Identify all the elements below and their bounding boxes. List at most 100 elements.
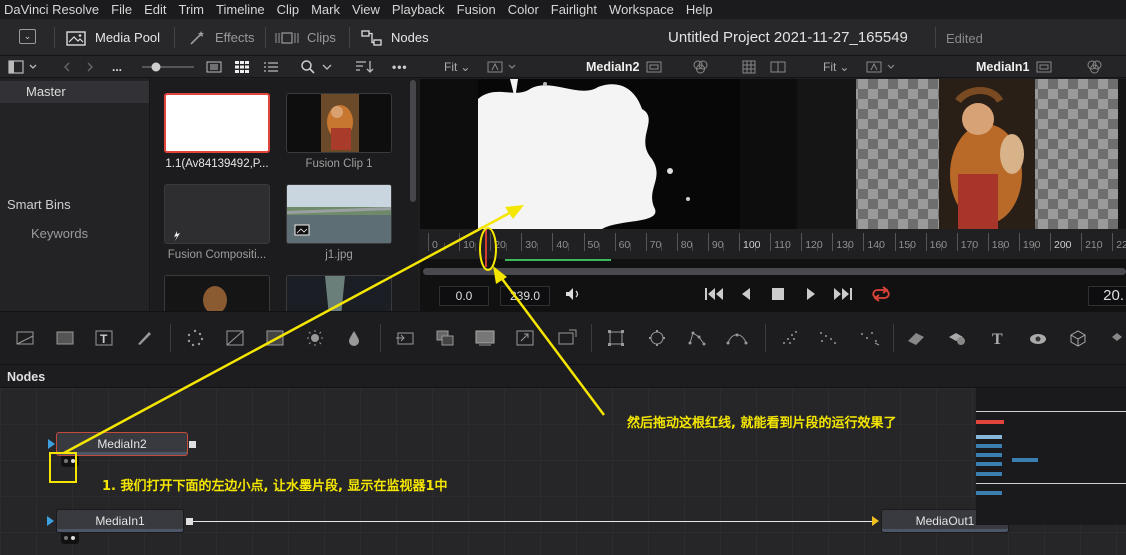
view-toggle-buttons[interactable] [61,456,79,467]
current-time-field[interactable]: 20. [1088,286,1126,306]
sort-icon[interactable] [354,56,374,78]
thumbnail-view-icon[interactable] [234,56,250,78]
menu-mark[interactable]: Mark [305,2,346,17]
node-input-port[interactable] [872,516,879,526]
node-input-port[interactable] [47,516,54,526]
sidebar-toggle-icon[interactable] [8,56,40,78]
smart-bins-heading[interactable]: Smart Bins [7,197,71,212]
step-back-icon[interactable] [740,285,752,305]
menu-playback[interactable]: Playback [386,2,451,17]
background-tool-icon[interactable] [14,327,36,349]
viewer2-canvas[interactable] [798,79,1126,229]
menu-trim[interactable]: Trim [173,2,211,17]
color-curves-tool-icon[interactable] [224,327,246,349]
viewer2-aspect-icon[interactable] [866,56,900,78]
menu-edit[interactable]: Edit [138,2,172,17]
media-clip[interactable] [164,275,270,311]
media-clip[interactable] [286,275,392,311]
node-graph[interactable]: MediaIn2 MediaIn1 MediaOut1 [0,388,1126,555]
node-mediain2[interactable]: MediaIn2 [56,432,188,456]
viewer2-roi-icon[interactable] [1036,56,1052,78]
menu-help[interactable]: Help [680,2,719,17]
viewer2-color-icon[interactable] [1084,56,1106,78]
fast-noise-tool-icon[interactable] [54,327,76,349]
menu-file[interactable]: File [105,2,138,17]
media-clip[interactable]: Fusion Clip 1 [286,93,392,170]
menu-app[interactable]: DaVinci Resolve [0,2,105,17]
blur-tool-icon[interactable] [184,327,206,349]
particle-render-icon[interactable] [817,327,839,349]
viewer1-roi-icon[interactable] [646,56,662,78]
viewer1-grid-icon[interactable] [742,56,756,78]
time-ruler[interactable]: 0 10 20 30 40 50 60 70 80 90 100 110 120 130 140 150 160… [420,229,1126,259]
bspline-mask-icon[interactable] [726,327,748,349]
particle-emitter-icon[interactable] [779,327,801,349]
view-toggle-buttons[interactable] [61,533,79,544]
list-view-icon[interactable] [263,56,279,78]
menu-fusion[interactable]: Fusion [451,2,502,17]
loop-icon[interactable] [871,285,891,305]
effects-button[interactable]: Effects [188,19,255,56]
menu-clip[interactable]: Clip [271,2,305,17]
ellipse-mask-icon[interactable] [646,327,668,349]
clips-button[interactable]: Clips [274,19,336,56]
text3d-icon[interactable]: T [988,327,1010,349]
polygon-mask-icon[interactable] [686,327,708,349]
overflow-tool-icon[interactable] [1106,327,1126,349]
playhead[interactable] [485,229,487,267]
end-time-field[interactable]: 239.0 [500,286,550,306]
media-clip[interactable]: 1.1(Av84139492,P... [164,93,270,170]
media-pool-button[interactable]: Media Pool [66,19,160,56]
start-time-field[interactable]: 0.0 [439,286,489,306]
back-arrow-icon[interactable] [62,56,72,78]
media-clip[interactable]: j1.jpg [286,184,392,261]
viewer1-canvas[interactable] [420,79,796,229]
metadata-view-icon[interactable] [206,56,222,78]
panel-toggle-icon[interactable]: ⌄ [19,29,36,44]
particle-tool-icon[interactable] [859,327,881,349]
stop-icon[interactable] [771,285,785,305]
drop-tool-icon[interactable] [343,327,365,349]
node-minimap[interactable] [976,388,1126,525]
viewer1-color-icon[interactable] [690,56,712,78]
menu-color[interactable]: Color [502,2,545,17]
node-mediain1[interactable]: MediaIn1 [56,509,184,533]
viewer1-fit-dropdown[interactable]: Fit ⌄ [444,56,470,78]
play-icon[interactable] [805,285,817,305]
color-corrector-tool-icon[interactable] [264,327,286,349]
shape3d-icon[interactable] [905,327,927,349]
media-pool-scrollbar[interactable] [410,80,416,202]
viewer1-stereo-icon[interactable] [770,56,786,78]
nodes-button[interactable]: Nodes [360,19,429,56]
scrub-bar[interactable] [423,268,1126,275]
menu-fairlight[interactable]: Fairlight [545,2,603,17]
merge-tool-icon[interactable] [434,327,456,349]
transform-tool-icon[interactable] [556,327,578,349]
go-to-end-icon[interactable] [833,285,853,305]
merge3d-icon[interactable] [947,327,969,349]
viewer2-fit-dropdown[interactable]: Fit ⌄ [823,56,849,78]
text-tool-icon[interactable]: T [93,327,115,349]
bin-keywords[interactable]: Keywords [31,226,88,241]
node-output-port[interactable] [186,518,193,525]
menu-view[interactable]: View [346,2,386,17]
node-output-port[interactable] [189,441,196,448]
more-options-icon[interactable]: ••• [392,56,408,78]
path-more[interactable]: ... [112,56,122,78]
renderer3d-icon[interactable] [1067,327,1089,349]
go-to-start-icon[interactable] [704,285,724,305]
search-icon[interactable] [300,56,316,78]
thumbnail-size-slider[interactable] [140,56,196,78]
forward-arrow-icon[interactable] [85,56,95,78]
camera3d-icon[interactable] [1028,327,1050,349]
menu-timeline[interactable]: Timeline [210,2,271,17]
resize-tool-icon[interactable] [514,327,536,349]
saver-tool-icon[interactable] [474,327,496,349]
search-options-chevron-icon[interactable] [322,56,332,78]
media-clip[interactable]: Fusion Compositi... [164,184,270,261]
brightness-tool-icon[interactable] [304,327,326,349]
node-input-port[interactable] [48,439,55,449]
viewer1-aspect-icon[interactable] [487,56,521,78]
rectangle-mask-icon[interactable] [605,327,627,349]
bin-master[interactable]: Master [0,81,149,103]
